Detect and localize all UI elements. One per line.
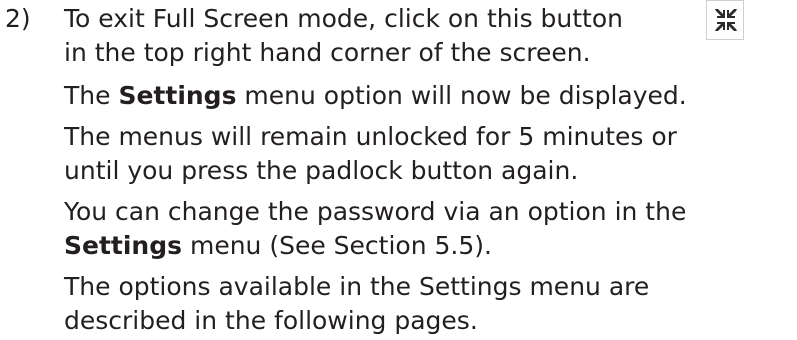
text-line: The menus will remain unlocked for 5 min…	[64, 122, 677, 151]
text-line: You can change the password via an optio…	[64, 197, 687, 226]
settings-bold-label: Settings	[64, 231, 183, 260]
paragraph-options-available: The options available in the Settings me…	[64, 270, 794, 338]
text-segment: menu (See Section 5.5).	[182, 231, 492, 260]
text-line: until you press the padlock button again…	[64, 156, 579, 185]
paragraph-menus-unlocked: The menus will remain unlocked for 5 min…	[64, 120, 794, 188]
text-line: To exit Full Screen mode, click on this …	[64, 4, 623, 33]
text-line: in the top right hand corner of the scre…	[64, 38, 591, 67]
text-line: described in the following pages.	[64, 306, 478, 335]
text-line: Settings menu (See Section 5.5).	[64, 229, 794, 263]
text-line: The Settings menu option will now be dis…	[64, 79, 794, 113]
text-segment: menu option will now be displayed.	[236, 81, 687, 110]
step-number: 2)	[5, 4, 31, 33]
paragraph-settings-displayed: The Settings menu option will now be dis…	[64, 79, 794, 113]
text-segment: The	[64, 81, 119, 110]
text-line: The options available in the Settings me…	[64, 272, 650, 301]
settings-bold-label: Settings	[118, 81, 237, 110]
paragraph-change-password: You can change the password via an optio…	[64, 195, 794, 263]
instructions: To exit Full Screen mode, click on this …	[64, 2, 794, 340]
paragraph-exit-fullscreen: To exit Full Screen mode, click on this …	[64, 2, 794, 70]
